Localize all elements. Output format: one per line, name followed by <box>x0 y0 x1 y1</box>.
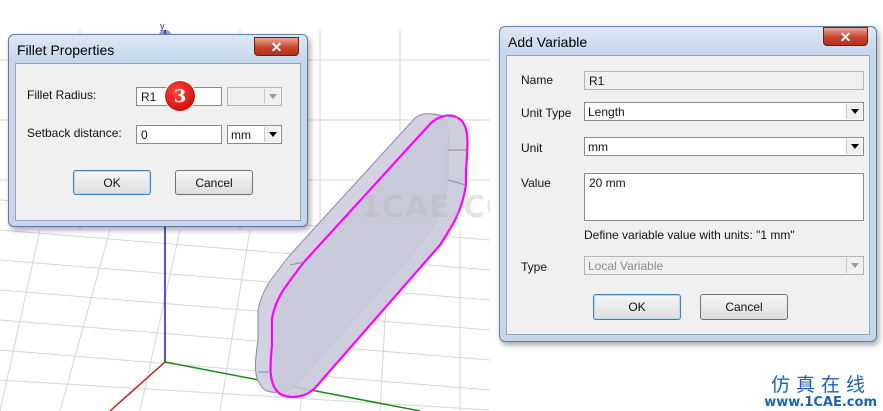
value-hint-text: Define variable value with units: "1 mm" <box>584 228 795 242</box>
name-field: R1 <box>584 71 864 90</box>
step-number-badge: 3 <box>165 81 195 111</box>
chevron-down-icon <box>846 258 862 273</box>
unit-label: Unit <box>521 141 543 155</box>
unit-value: mm <box>588 140 608 154</box>
close-icon: ✕ <box>839 28 852 45</box>
site-name-watermark: 仿真在线 <box>770 374 871 396</box>
type-select: Local Variable <box>584 256 864 275</box>
value-label: Value <box>521 176 551 190</box>
fillet-dialog-body: Fillet Radius: R1 Setback distance: 0 mm… <box>15 63 301 221</box>
fillet-dialog-title: Fillet Properties <box>17 42 115 58</box>
setback-distance-label: Setback distance: <box>27 126 122 140</box>
setback-unit-value: mm <box>231 128 251 142</box>
fillet-radius-unit-select <box>227 87 282 106</box>
add-variable-ok-button[interactable]: OK <box>593 294 681 320</box>
close-icon: ✕ <box>270 38 283 55</box>
fillet-dialog-titlebar[interactable]: Fillet Properties ✕ <box>9 35 307 63</box>
chevron-down-icon <box>264 89 280 104</box>
watermark-text: 1CAE.COM <box>360 190 490 225</box>
chevron-down-icon <box>846 139 862 154</box>
add-variable-dialog: Add Variable ✕ Name R1 Unit Type Length … <box>499 26 877 342</box>
add-variable-title: Add Variable <box>508 34 588 50</box>
type-value: Local Variable <box>588 259 664 273</box>
chevron-down-icon <box>264 127 280 142</box>
chevron-down-icon <box>846 104 862 119</box>
z-axis <box>109 361 166 411</box>
fillet-radius-label: Fillet Radius: <box>27 88 97 102</box>
setback-distance-input[interactable]: 0 <box>136 125 222 144</box>
add-variable-body: Name R1 Unit Type Length Unit mm Value 2… <box>506 55 870 335</box>
add-variable-cancel-button[interactable]: Cancel <box>700 294 788 320</box>
fillet-properties-dialog: Fillet Properties ✕ Fillet Radius: R1 Se… <box>8 34 308 227</box>
unit-type-value: Length <box>588 105 625 119</box>
fillet-cancel-button[interactable]: Cancel <box>175 170 253 195</box>
site-url-watermark: www.1CAE.com <box>764 395 877 410</box>
unit-type-select[interactable]: Length <box>584 102 864 121</box>
add-variable-titlebar[interactable]: Add Variable ✕ <box>500 27 876 55</box>
fillet-dialog-close-button[interactable]: ✕ <box>254 37 299 56</box>
axis-label: y <box>160 21 165 31</box>
name-label: Name <box>521 73 554 87</box>
setback-unit-select[interactable]: mm <box>227 125 282 144</box>
value-textarea[interactable]: 20 mm <box>584 173 864 221</box>
unit-select[interactable]: mm <box>584 137 864 156</box>
type-label: Type <box>521 260 548 274</box>
add-variable-close-button[interactable]: ✕ <box>823 27 868 46</box>
fillet-ok-button[interactable]: OK <box>73 170 151 195</box>
unit-type-label: Unit Type <box>521 106 572 120</box>
